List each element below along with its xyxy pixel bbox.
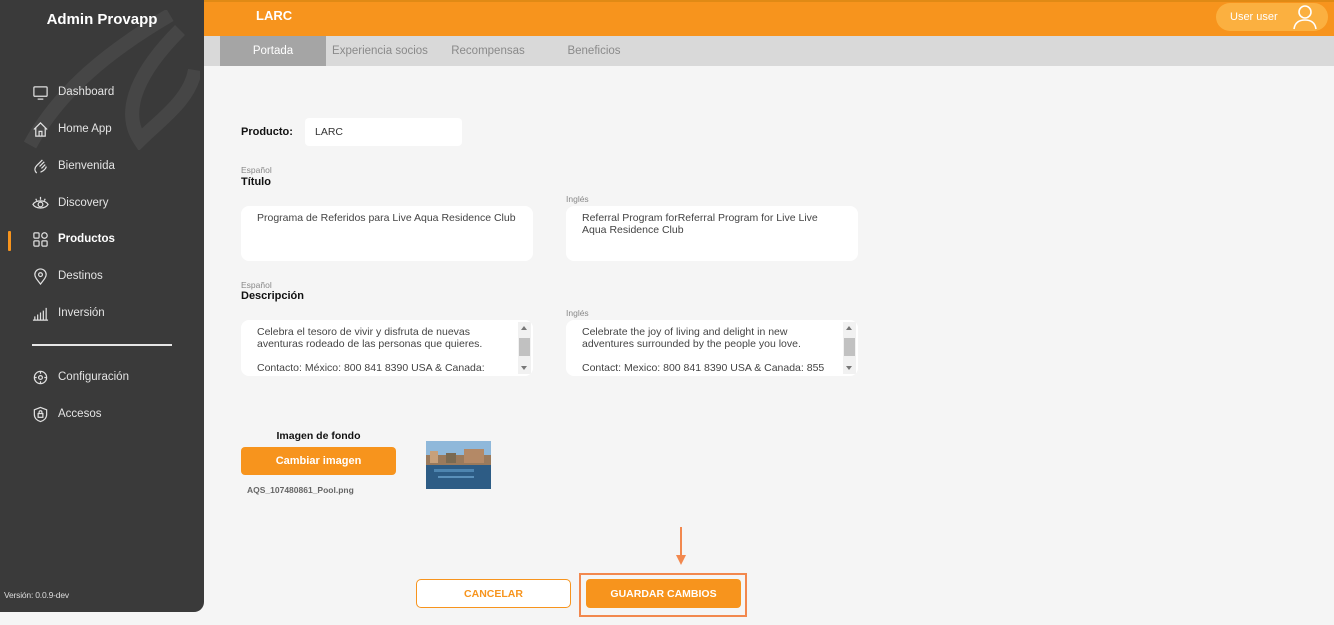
sidebar-item-label: Bienvenida (58, 160, 115, 172)
user-menu-button[interactable]: User user (1216, 3, 1328, 31)
descripcion-lang-es: Español (241, 280, 272, 290)
descripcion-en-textarea[interactable]: Celebrate the joy of living and delight … (566, 320, 858, 376)
titulo-en-input[interactable]: Referral Program forReferral Program for… (566, 206, 858, 261)
sidebar-item-destinos[interactable]: Destinos (32, 265, 103, 287)
sidebar-item-dashboard[interactable]: Dashboard (32, 81, 114, 103)
scroll-down-icon (846, 366, 852, 370)
sidebar-item-label: Productos (58, 233, 115, 245)
sidebar-item-label: Home App (58, 123, 112, 135)
titulo-lang-en: Inglés (566, 194, 589, 204)
bar-chart-icon (32, 307, 49, 321)
sidebar-item-accesos[interactable]: Accesos (32, 403, 101, 425)
titulo-es-input[interactable]: Programa de Referidos para Live Aqua Res… (241, 206, 533, 261)
sidebar-item-label: Inversión (58, 307, 105, 319)
sidebar-item-inversion[interactable]: Inversión (32, 302, 105, 324)
page-title: LARC (256, 8, 293, 23)
top-bar: LARC User user (204, 0, 1334, 36)
sidebar-item-label: Configuración (58, 371, 129, 383)
user-name: User user (1230, 11, 1278, 23)
sidebar-item-label: Dashboard (58, 86, 115, 98)
file-name: AQS_107480861_Pool.png (247, 485, 354, 495)
sidebar-divider (32, 344, 172, 346)
titulo-lang-es: Español (241, 165, 272, 175)
descripcion-en-paragraph: Contact: Mexico: 800 841 8390 USA & Cana… (582, 362, 825, 374)
tab-experiencia-socios[interactable]: Experiencia socios (328, 36, 432, 66)
save-button[interactable]: GUARDAR CAMBIOS (586, 579, 741, 608)
descripcion-es-paragraph: Contacto: México: 800 841 8390 USA & Can… (257, 362, 485, 374)
location-pin-icon (34, 267, 47, 285)
tab-portada[interactable]: Portada (220, 36, 326, 66)
scroll-thumb[interactable] (844, 338, 855, 356)
sidebar-item-discovery[interactable]: Discovery (32, 192, 108, 214)
brand-title: Admin Provapp (46, 11, 158, 28)
scrollbar[interactable] (518, 322, 531, 374)
scroll-down-icon (521, 366, 527, 370)
sidebar-item-label: Destinos (58, 270, 103, 282)
descripcion-es-textarea[interactable]: Celebra el tesoro de vivir y disfruta de… (241, 320, 533, 376)
descripcion-lang-en: Inglés (566, 308, 589, 318)
eye-icon (32, 196, 49, 209)
arrow-down-icon (676, 527, 686, 565)
version-label: Versión: 0.0.9-dev (4, 590, 69, 600)
descripcion-es-paragraph: Celebra el tesoro de vivir y disfruta de… (257, 326, 483, 350)
sidebar-item-label: Accesos (58, 408, 102, 420)
tab-beneficios[interactable]: Beneficios (552, 36, 636, 66)
descripcion-en-paragraph: Celebrate the joy of living and delight … (582, 326, 801, 350)
sidebar: Admin Provapp Dashboard Home App Bienven… (0, 0, 204, 612)
background-image-thumbnail (426, 441, 491, 489)
product-input[interactable]: LARC (305, 118, 462, 146)
sidebar-item-home-app[interactable]: Home App (32, 118, 112, 140)
cancel-button[interactable]: CANCELAR (416, 579, 571, 608)
shield-icon (33, 406, 48, 422)
gear-icon (33, 370, 48, 384)
active-indicator (8, 231, 11, 251)
grid-icon (33, 231, 48, 247)
sidebar-item-configuracion[interactable]: Configuración (32, 366, 129, 388)
tab-bar: Portada Experiencia socios Recompensas B… (204, 36, 1334, 66)
user-avatar-icon (1293, 5, 1317, 30)
wave-hand-icon (34, 158, 47, 174)
sidebar-item-bienvenida[interactable]: Bienvenida (32, 155, 115, 177)
titulo-label: Título (241, 176, 271, 188)
scrollbar[interactable] (843, 322, 856, 374)
product-label: Producto: (241, 126, 293, 138)
scroll-thumb[interactable] (519, 338, 530, 356)
tab-recompensas[interactable]: Recompensas (440, 36, 536, 66)
sidebar-item-productos[interactable]: Productos (32, 228, 115, 250)
scroll-up-icon (846, 326, 852, 330)
home-icon (33, 121, 48, 137)
monitor-icon (33, 85, 48, 100)
descripcion-label: Descripción (241, 290, 304, 302)
sidebar-item-label: Discovery (58, 197, 109, 209)
change-image-button[interactable]: Cambiar imagen (241, 447, 396, 475)
scroll-up-icon (521, 326, 527, 330)
background-image-label: Imagen de fondo (276, 430, 361, 442)
